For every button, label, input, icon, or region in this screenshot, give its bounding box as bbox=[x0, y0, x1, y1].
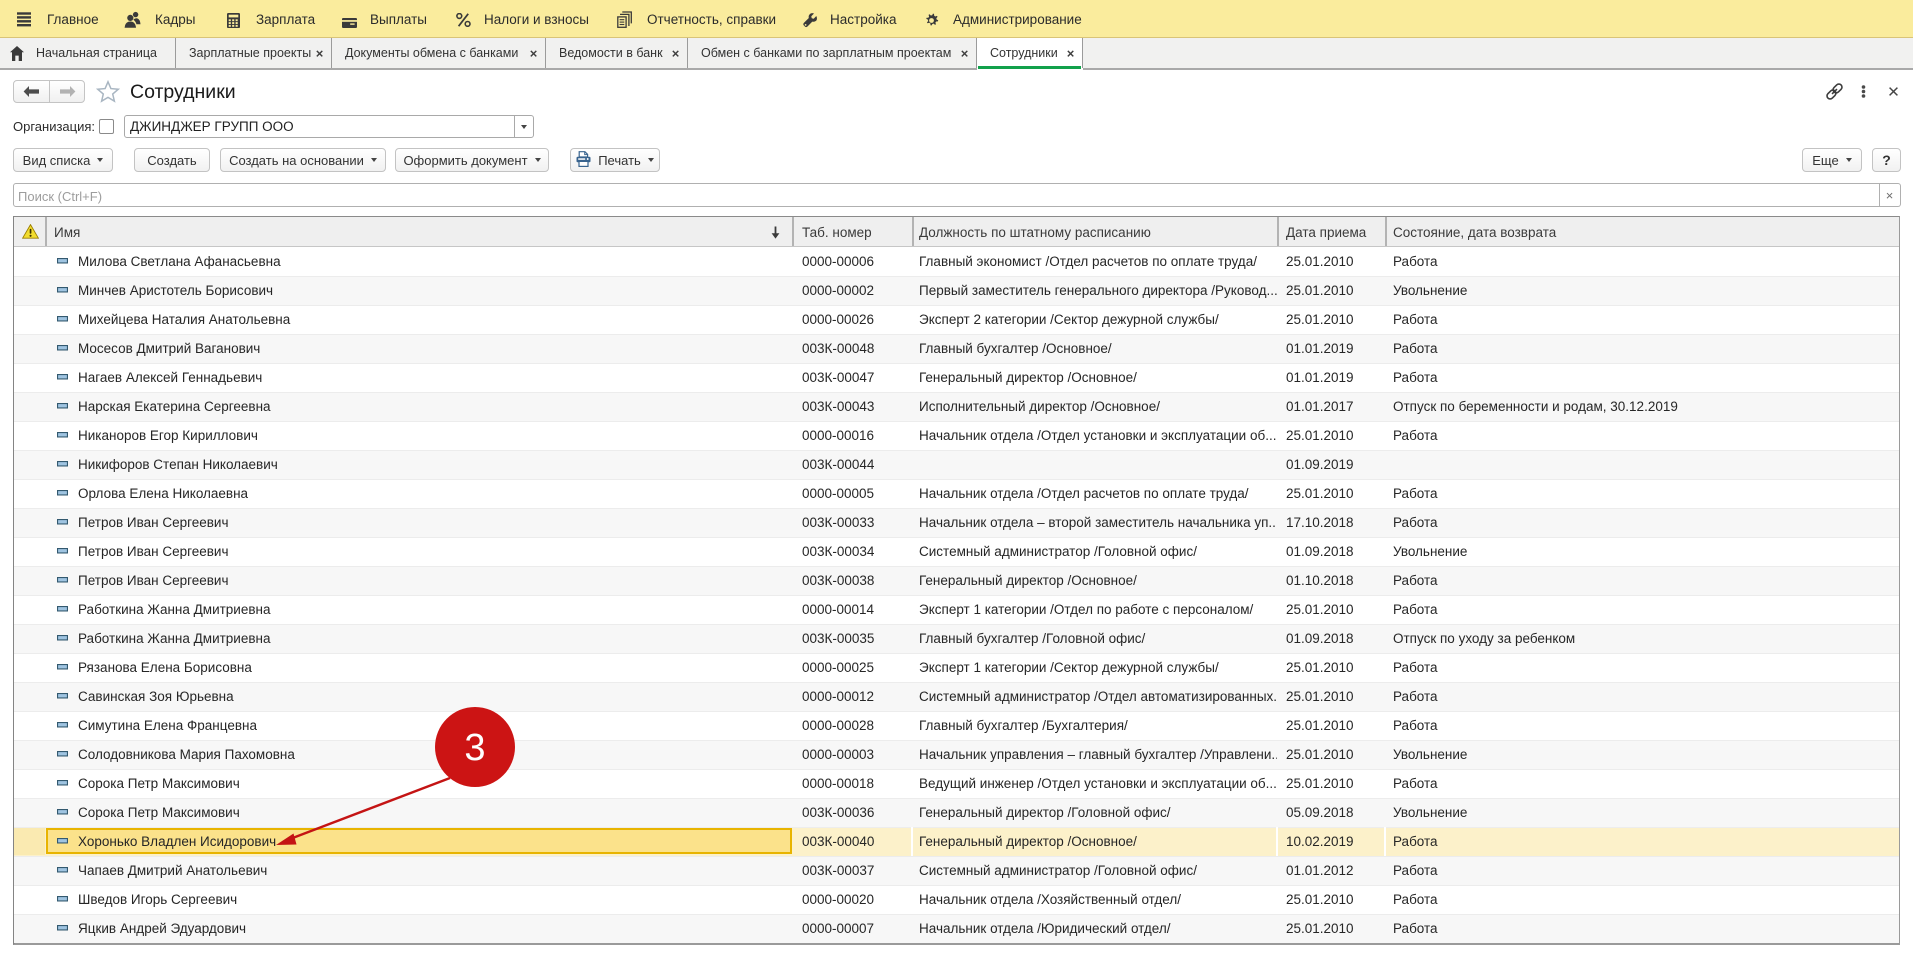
svg-text:3: 3 bbox=[464, 727, 485, 769]
